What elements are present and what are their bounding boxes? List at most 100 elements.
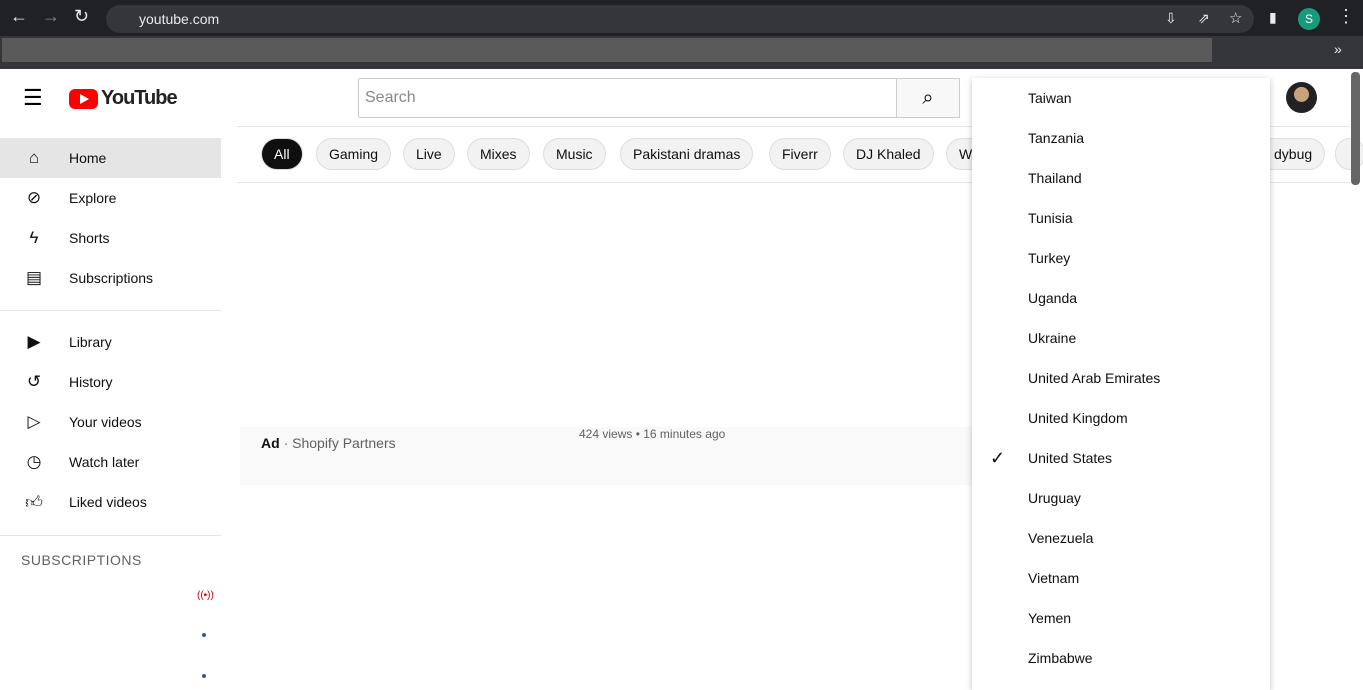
history-icon: ↺: [26, 372, 42, 391]
option-label: Tanzania: [1028, 130, 1085, 146]
location-option[interactable]: Thailand: [972, 158, 1270, 198]
option-label: Uruguay: [1028, 490, 1081, 506]
new-content-dot: [202, 674, 206, 678]
label: Shorts: [69, 230, 110, 246]
more-bookmarks-icon[interactable]: »: [1334, 41, 1342, 57]
share-icon[interactable]: ⇗: [1198, 10, 1210, 27]
address-bar[interactable]: youtube.com: [106, 5, 1254, 33]
search-input[interactable]: Search: [358, 78, 897, 118]
location-option[interactable]: Turkey: [972, 238, 1270, 278]
option-label: United States: [1028, 450, 1113, 466]
sidebar-item-watch-later[interactable]: ◷ Watch later: [0, 442, 221, 482]
label: Library: [69, 334, 112, 350]
location-option[interactable]: Zimbabwe: [972, 638, 1270, 678]
location-option[interactable]: Tanzania: [972, 118, 1270, 158]
divider: [0, 310, 221, 311]
sidebar-item-subscriptions[interactable]: ▤ Subscriptions: [0, 258, 221, 298]
sidebar-item-library[interactable]: ▶ Library: [0, 322, 221, 362]
location-option[interactable]: United Arab Emirates: [972, 358, 1270, 398]
chip[interactable]: Gaming: [316, 138, 392, 170]
chip[interactable]: Fiverr: [769, 138, 831, 170]
location-option[interactable]: Ukraine: [972, 318, 1270, 358]
label: Liked videos: [69, 494, 147, 510]
logo-text: YouTube: [101, 87, 178, 109]
option-label: Thailand: [1028, 170, 1082, 186]
label: Your videos: [69, 414, 142, 430]
chip[interactable]: Music: [543, 138, 606, 170]
bookmarks-area: [2, 38, 1212, 62]
option-label: Yemen: [1028, 610, 1072, 626]
home-icon: ⌂: [28, 148, 40, 167]
star-icon[interactable]: ☆: [1229, 9, 1242, 27]
location-option[interactable]: Taiwan: [972, 78, 1270, 118]
option-label: Tunisia: [1028, 210, 1073, 226]
youtube-logo[interactable]: YouTube: [69, 87, 178, 110]
install-icon[interactable]: ⇩: [1165, 10, 1177, 27]
sidebar-item-explore[interactable]: ⊘ Explore: [0, 178, 221, 218]
option-label: United Arab Emirates: [1028, 370, 1161, 386]
clock-icon: ◷: [26, 452, 42, 471]
check-icon: ✓: [990, 448, 1006, 468]
thumbs-up-icon: 👍︎: [25, 492, 43, 512]
search-button[interactable]: ⌕: [896, 78, 960, 118]
label: Subscriptions: [69, 270, 154, 286]
chip[interactable]: DJ Khaled: [843, 138, 934, 170]
compass-icon: ⊘: [26, 188, 42, 207]
option-label: Vietnam: [1028, 570, 1080, 586]
option-label: Taiwan: [1028, 90, 1072, 106]
location-option[interactable]: Tunisia: [972, 198, 1270, 238]
advertiser[interactable]: Shopify Partners: [292, 435, 396, 451]
ad-media[interactable]: [252, 201, 972, 427]
profile-avatar[interactable]: S: [1298, 8, 1320, 30]
back-icon[interactable]: ←: [10, 6, 28, 27]
forward-icon[interactable]: →: [42, 6, 60, 27]
location-option[interactable]: United Kingdom: [972, 398, 1270, 438]
label: History: [69, 374, 113, 390]
option-label: United Kingdom: [1028, 410, 1128, 426]
your-videos-icon: ▷: [27, 412, 41, 431]
subscriptions-heading: SUBSCRIPTIONS: [21, 552, 142, 568]
label: Watch later: [69, 454, 140, 470]
location-option[interactable]: Yemen: [972, 598, 1270, 638]
video-meta: 424 views • 16 minutes ago: [579, 427, 726, 441]
chip-all[interactable]: All: [261, 138, 303, 170]
hamburger-icon[interactable]: ☰: [23, 85, 43, 111]
option-label: Zimbabwe: [1028, 650, 1093, 666]
location-option[interactable]: Venezuela: [972, 518, 1270, 558]
location-option[interactable]: Vietnam: [972, 558, 1270, 598]
chip[interactable]: Pakistani dramas: [620, 138, 754, 170]
library-icon: ▶: [27, 332, 41, 351]
sidebar-item-home[interactable]: ⌂ Home: [0, 138, 221, 178]
location-menu: Taiwan Tanzania Thailand Tunisia Turkey Ugand…: [972, 78, 1270, 690]
label: Home: [69, 150, 107, 166]
option-label: Ukraine: [1028, 330, 1077, 346]
location-option[interactable]: Uganda: [972, 278, 1270, 318]
sidebar-item-shorts[interactable]: ϟ Shorts: [0, 218, 221, 258]
divider: [0, 535, 221, 536]
menu-icon[interactable]: ⋮: [1337, 6, 1355, 27]
sidebar-item-liked-videos[interactable]: 👍︎ Liked videos: [0, 482, 221, 522]
option-label: Turkey: [1028, 250, 1071, 266]
url-text: youtube.com: [139, 11, 220, 27]
option-label: Uganda: [1028, 290, 1078, 306]
scrollbar[interactable]: [1351, 72, 1360, 185]
user-avatar[interactable]: [1286, 82, 1317, 113]
shorts-icon: ϟ: [29, 228, 39, 247]
subscriptions-icon: ▤: [25, 268, 43, 287]
chip[interactable]: Mixes: [467, 138, 530, 170]
reload-icon[interactable]: ↻: [74, 6, 89, 27]
option-label: Venezuela: [1028, 530, 1094, 546]
chip[interactable]: Live: [403, 138, 455, 170]
ad-info: Ad · Shopify Partners: [261, 435, 396, 451]
search-icon: ⌕: [922, 87, 934, 109]
play-logo-icon: [69, 88, 98, 109]
ad-badge: Ad: [261, 435, 280, 451]
location-option[interactable]: ✓ United States: [972, 438, 1270, 478]
location-option[interactable]: Uruguay: [972, 478, 1270, 518]
sidebar-item-your-videos[interactable]: ▷ Your videos: [0, 402, 221, 442]
side-panel-icon[interactable]: ▮: [1269, 9, 1277, 26]
label: Explore: [69, 190, 117, 206]
sep: ·: [283, 435, 289, 451]
live-icon: ((•)): [197, 590, 214, 601]
sidebar-item-history[interactable]: ↺ History: [0, 362, 221, 402]
